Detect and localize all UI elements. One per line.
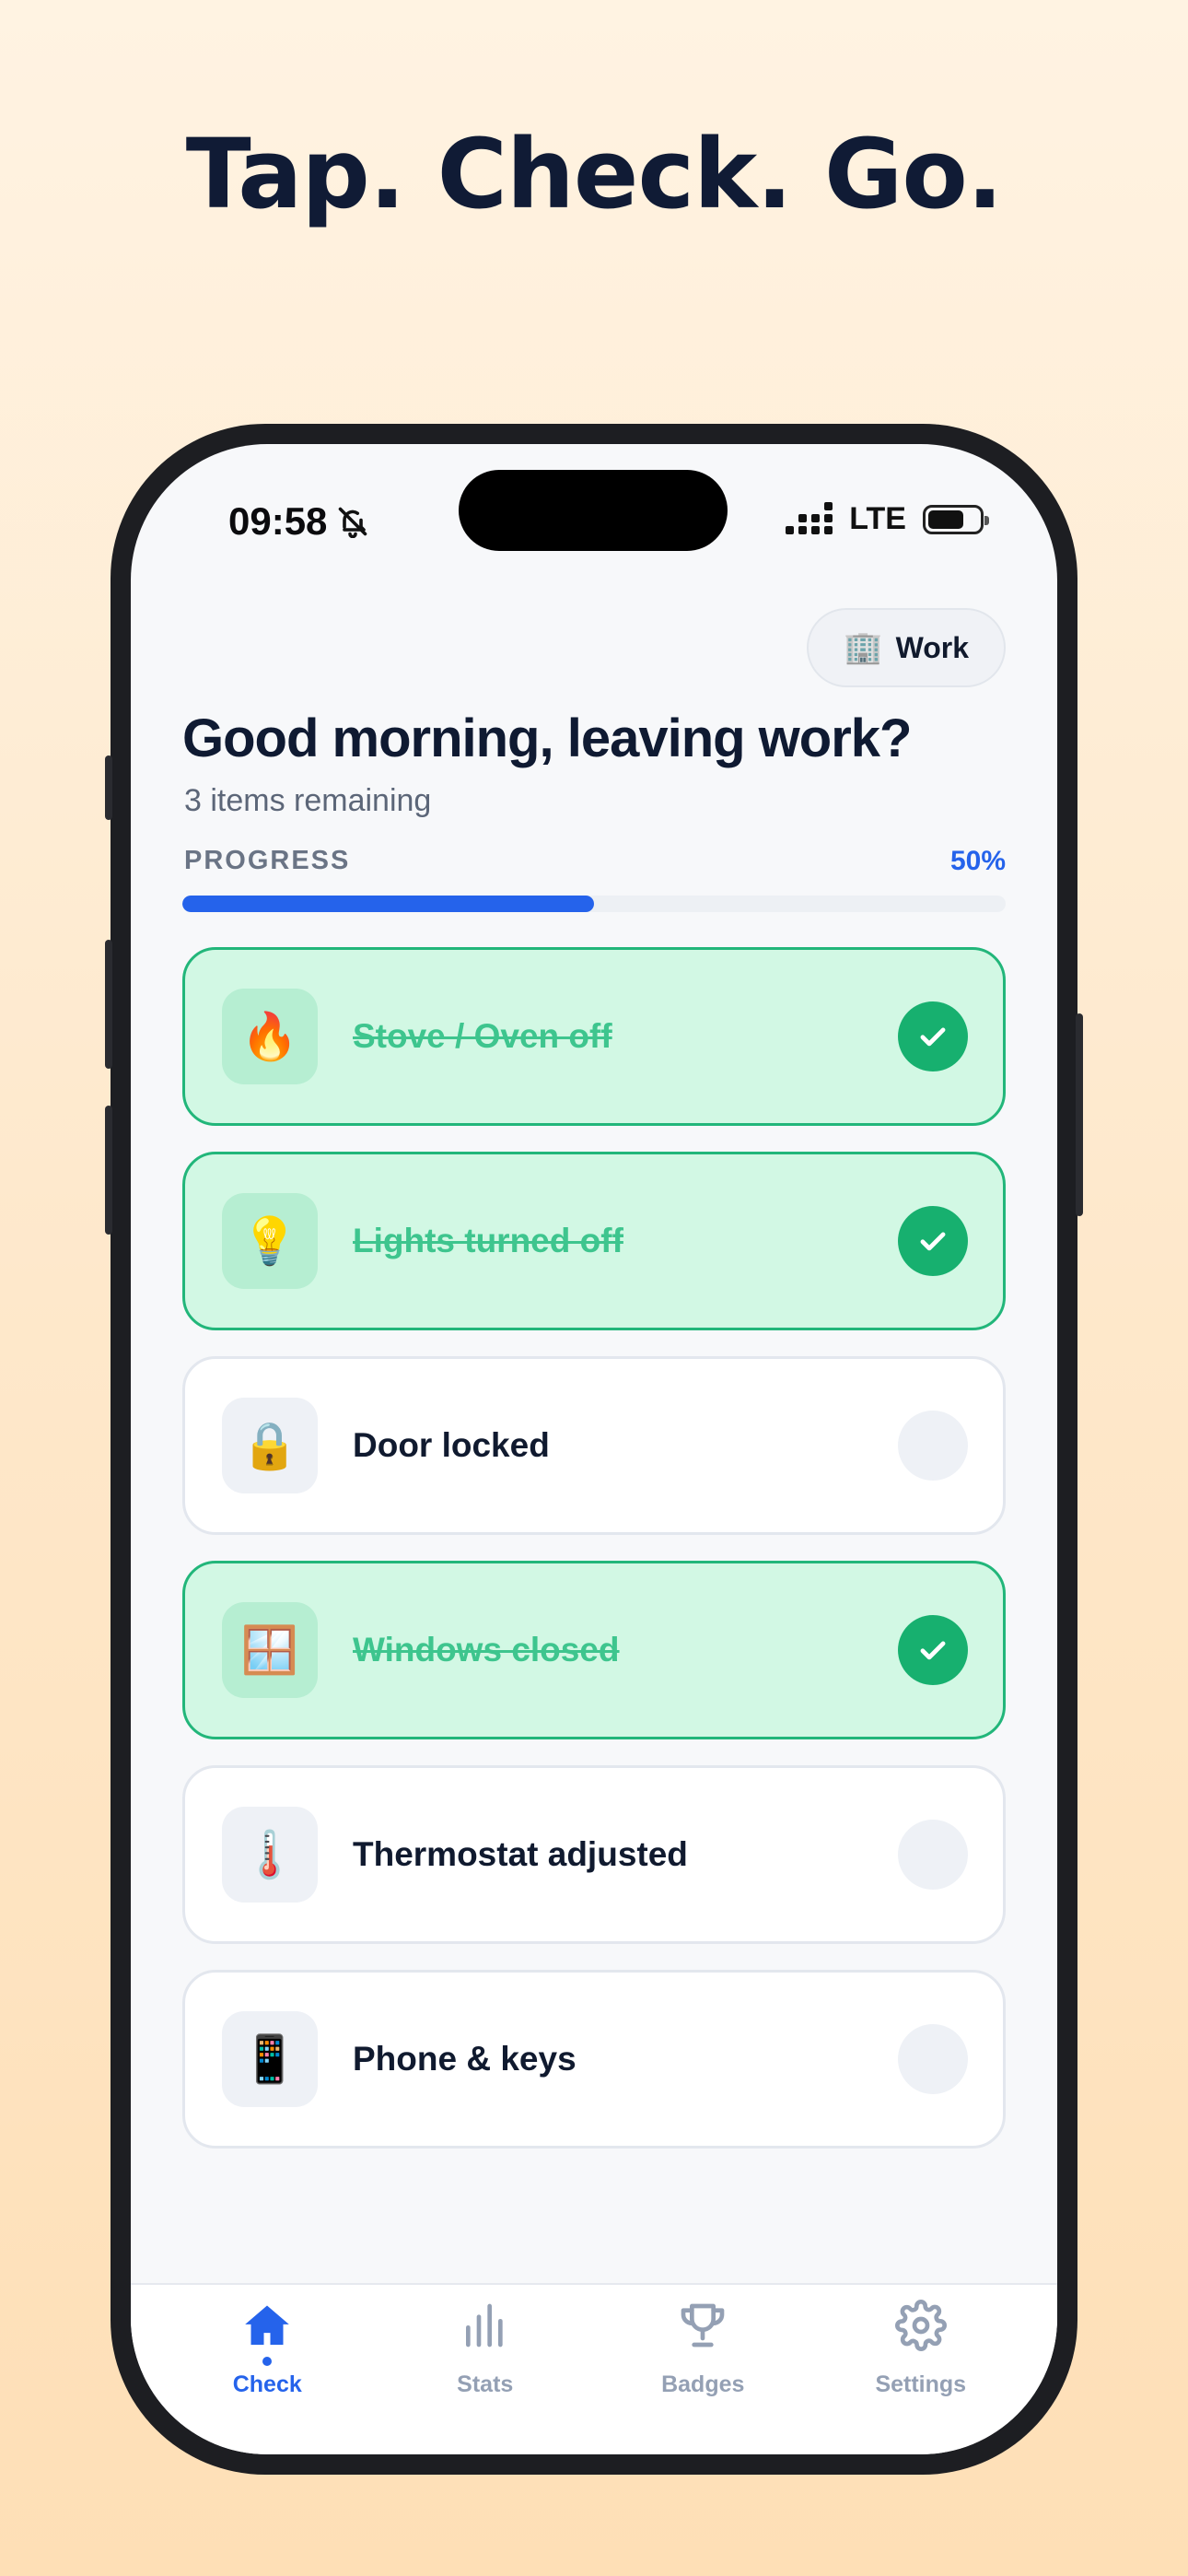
remaining-count: 3 items remaining [184,783,432,818]
progress-percent: 50% [949,846,1006,876]
tab-bar: Check Stats Badges Settings [131,2283,1057,2454]
bar-chart-icon [460,2298,511,2353]
status-time: 09:58 [228,499,369,544]
progress-bar-fill [182,896,594,912]
light-bulb-icon: 💡 [222,1193,318,1289]
trophy-icon [677,2298,728,2353]
tab-badges[interactable]: Badges [611,2285,795,2454]
home-icon [241,2298,293,2353]
fire-icon: 🔥 [222,989,318,1084]
clock: 09:58 [228,499,328,543]
checklist: 🔥 Stove / Oven off 💡 Lights turned off 🔒… [182,947,1006,2174]
volume-up-button [105,940,112,1069]
thermometer-icon: 🌡️ [222,1807,318,1903]
tab-label: Settings [875,2371,967,2397]
item-label: Door locked [353,1426,550,1464]
check-toggle[interactable] [898,1206,968,1276]
item-label: Lights turned off [353,1222,623,1259]
check-toggle[interactable] [898,1001,968,1071]
checklist-item-windows[interactable]: 🪟 Windows closed [182,1561,1006,1739]
dynamic-island [459,470,728,551]
checklist-item-door[interactable]: 🔒 Door locked [182,1356,1006,1535]
progress-label: PROGRESS [184,846,351,875]
tab-check[interactable]: Check [175,2285,359,2454]
building-icon: 🏢 [844,630,883,665]
check-toggle[interactable] [898,2024,968,2094]
check-toggle[interactable] [898,1411,968,1481]
signal-icon [786,501,833,534]
lock-icon: 🔒 [222,1398,318,1493]
phone-frame: 09:58 LTE 🏢 Work Good morning, leaving w… [105,424,1083,2475]
checkmark-icon [920,1232,946,1251]
checklist-item-stove[interactable]: 🔥 Stove / Oven off [182,947,1006,1126]
tab-stats[interactable]: Stats [393,2285,577,2454]
window-icon: 🪟 [222,1602,318,1698]
item-label: Phone & keys [353,2040,577,2078]
check-toggle[interactable] [898,1820,968,1890]
network-type: LTE [849,501,906,536]
tab-label: Badges [661,2371,745,2397]
location-selector-button[interactable]: 🏢 Work [807,608,1006,687]
gear-icon [894,2298,947,2353]
check-toggle[interactable] [898,1615,968,1685]
action-button [105,755,112,820]
tab-label: Stats [457,2371,514,2397]
location-label: Work [895,630,969,664]
active-indicator [262,2357,273,2366]
checklist-item-phone-keys[interactable]: 📱 Phone & keys [182,1970,1006,2149]
progress-bar [182,896,1006,912]
status-indicators: LTE [786,501,989,537]
power-button [1076,1013,1083,1216]
checklist-item-thermostat[interactable]: 🌡️ Thermostat adjusted [182,1765,1006,1944]
tab-label: Check [232,2371,302,2397]
page-title: Good morning, leaving work? [182,708,912,768]
checklist-item-lights[interactable]: 💡 Lights turned off [182,1152,1006,1330]
checkmark-icon [920,1027,946,1047]
item-label: Thermostat adjusted [353,1835,688,1873]
item-label: Stove / Oven off [353,1017,612,1055]
item-label: Windows closed [353,1631,620,1669]
phone-icon: 📱 [222,2011,318,2107]
checkmark-icon [920,1641,946,1660]
bell-slash-icon [339,507,367,538]
headline: Tap. Check. Go. [185,118,1004,230]
app-screen: 09:58 LTE 🏢 Work Good morning, leaving w… [131,444,1057,2454]
volume-down-button [105,1106,112,1235]
battery-icon [923,504,989,534]
tab-settings[interactable]: Settings [829,2285,1013,2454]
